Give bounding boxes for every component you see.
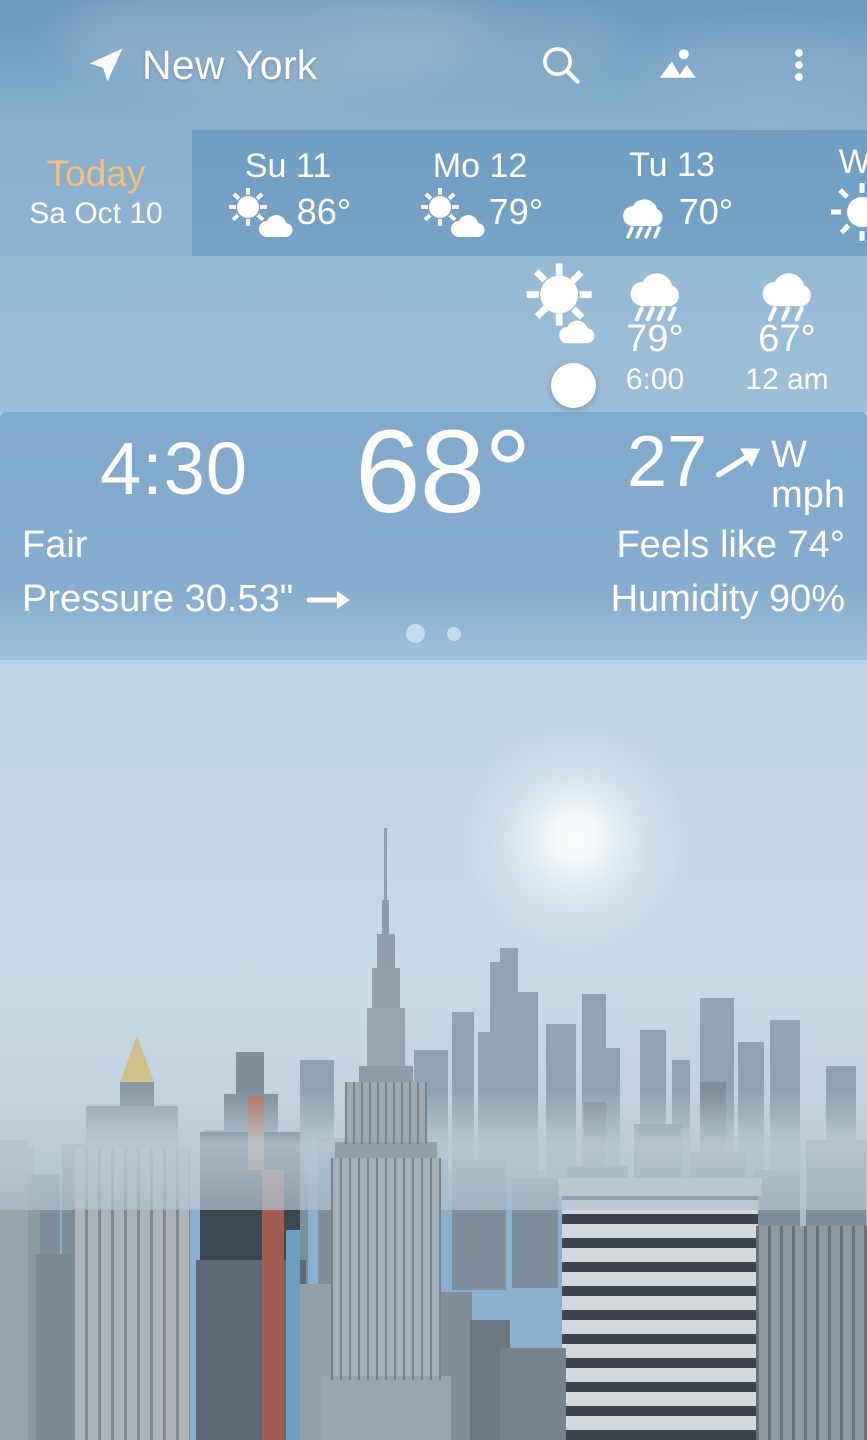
forecast-day-label: Tu 13 (629, 146, 715, 185)
partly-sunny-icon (417, 187, 485, 237)
forecast-day-tu13[interactable]: Tu 13 70° (576, 130, 768, 256)
overflow-menu-icon[interactable] (771, 37, 827, 93)
rain-icon (611, 186, 675, 239)
wind-direction: W (771, 434, 807, 476)
forecast-day-temp: 86° (296, 190, 352, 232)
feels-like: Feels like 74° (616, 524, 845, 566)
forecast-day-label: Su 11 (244, 147, 332, 186)
forecast-day-label: Mo 12 (432, 147, 528, 186)
humidity: Humidity 90% (610, 578, 845, 620)
page-dot-active[interactable] (406, 624, 425, 643)
wind-block: 27 W mph (626, 422, 845, 516)
wind-direction-arrow-icon (711, 442, 767, 482)
navigation-arrow-icon[interactable] (84, 43, 128, 87)
forecast-day-row: 70° (611, 186, 734, 239)
forecast-day-temp: 70° (678, 190, 734, 232)
partly-sunny-icon[interactable] (524, 258, 616, 350)
current-condition: Fair (22, 524, 88, 566)
landscape-photo-icon[interactable] (651, 37, 707, 93)
page-dot-inactive[interactable] (447, 626, 461, 641)
forecast-day-today[interactable]: Today Sa Oct 10 (0, 130, 192, 256)
forecast-day-date: Sa Oct 10 (29, 197, 163, 231)
rain-icon (748, 256, 826, 322)
arrow-right-icon (306, 587, 351, 613)
hourly-temp: 79° (626, 318, 684, 360)
current-time: 4:30 (100, 427, 249, 510)
current-temperature: 68° (355, 406, 531, 538)
page-title[interactable]: New York (142, 42, 318, 89)
forecast-day-label: We (838, 143, 867, 182)
forecast-day-temp: 79° (488, 190, 544, 232)
wind-direction-unit: W mph (771, 436, 845, 516)
hourly-forecast-strip[interactable]: 79° 6:00 67° 12 am (0, 256, 867, 412)
hourly-temp: 67° (758, 318, 816, 360)
hourly-time: 12 am (745, 363, 829, 396)
rain-icon (616, 256, 694, 322)
forecast-day-we[interactable]: We (768, 130, 867, 256)
wind-speed: 27 (626, 422, 708, 502)
daily-forecast-strip[interactable]: Today Sa Oct 10 Su 11 86° Mo 12 79° Tu 1… (0, 130, 867, 256)
forecast-day-row (831, 182, 867, 241)
pressure-row: Pressure 30.53" (22, 578, 351, 621)
partly-sunny-icon (225, 187, 293, 237)
forecast-day-row: 86° (225, 187, 351, 237)
drag-handle-thumb[interactable] (551, 363, 596, 408)
sunny-icon (831, 182, 867, 241)
hourly-item[interactable]: 67° 12 am (712, 256, 862, 412)
current-conditions-panel: 4:30 68° Fair Pressure 30.53" 27 W mph F… (0, 406, 867, 660)
hourly-time: 6:00 (625, 363, 685, 396)
forecast-day-su11[interactable]: Su 11 86° (192, 130, 384, 256)
wind-unit: mph (771, 474, 845, 516)
forecast-day-row: 79° (417, 187, 543, 237)
page-indicator[interactable] (0, 624, 867, 643)
forecast-day-mo12[interactable]: Mo 12 79° (384, 130, 576, 256)
app-header: New York (0, 0, 867, 130)
forecast-day-label: Today (46, 152, 146, 194)
search-icon[interactable] (533, 37, 589, 93)
pressure-label: Pressure 30.53" (22, 578, 294, 620)
